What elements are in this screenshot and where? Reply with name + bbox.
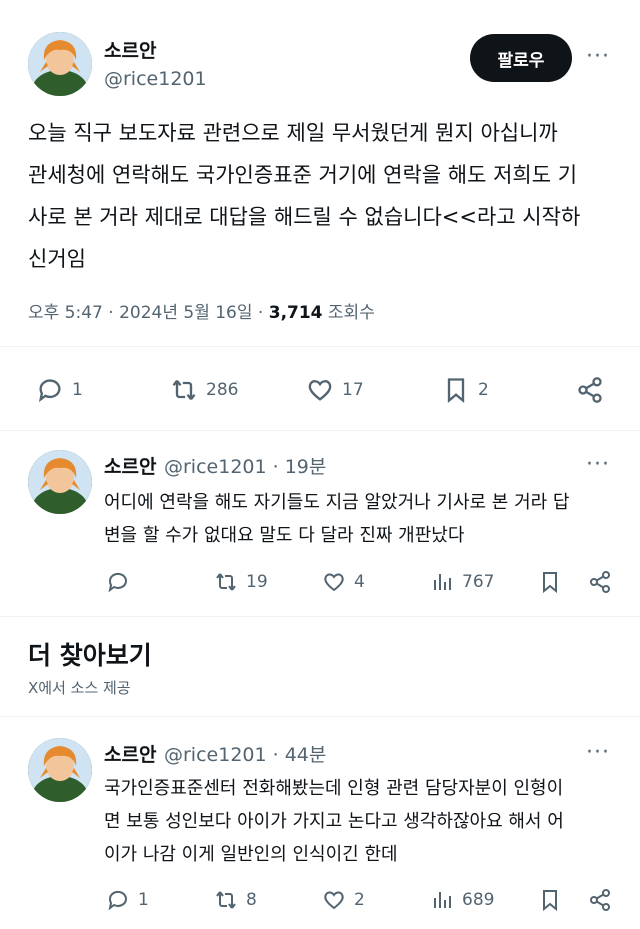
views-icon (434, 892, 451, 908)
author-name[interactable]: 소르안 (104, 36, 156, 63)
like-icon (324, 891, 344, 910)
repost-count: 286 (206, 380, 239, 400)
post-text-line: 오늘 직구 보도자료 관련으로 제일 무서웠던게 뭔지 아십니까 (28, 121, 558, 145)
follow-button[interactable]: 팔로우 (470, 34, 572, 82)
bookmark-button[interactable] (538, 570, 562, 594)
post-text-line: 사로 본 거라 제대로 대답을 해드릴 수 없습니다<<라고 시작하 (28, 205, 581, 229)
repost-count: 19 (246, 572, 268, 592)
repost-count: 8 (246, 890, 257, 910)
avatar[interactable] (28, 738, 92, 802)
post-text-line: 관세청에 연락해도 국가인증표준 거기에 연락을 해도 저희도 기 (28, 163, 578, 187)
like-icon (308, 380, 332, 401)
reply-text-line: 어디에 연락을 해도 자기들도 지금 알았거나 기사로 본 거라 답 (104, 492, 570, 513)
reply-text-line: 국가인증표준센터 전화해봤는데 인형 관련 담당자분이 인형이 (104, 778, 564, 799)
views-button[interactable]: 767 (430, 570, 494, 594)
repost-icon (172, 379, 196, 401)
post-meta: 오후 5:47 · 2024년 5월 16일 · 3,714 조회수 (28, 298, 375, 323)
avatar[interactable] (28, 450, 92, 514)
divider (0, 346, 640, 347)
share-icon (578, 377, 602, 403)
reply-icon (108, 572, 127, 593)
bookmark-icon (543, 572, 557, 594)
like-count: 4 (354, 572, 365, 592)
views-button[interactable]: 689 (430, 888, 494, 912)
avatar-image (28, 32, 92, 96)
author-handle-time[interactable]: @rice1201 · 44분 (164, 740, 326, 767)
avatar-image (28, 450, 92, 514)
views-count: 689 (462, 890, 495, 910)
author-name[interactable]: 소르안 (104, 452, 156, 479)
share-icon (590, 889, 610, 911)
views-icon (434, 574, 451, 590)
avatar[interactable] (28, 32, 92, 96)
bookmark-icon (543, 890, 557, 912)
like-count: 2 (354, 890, 365, 910)
post-text: 오늘 직구 보도자료 관련으로 제일 무서웠던게 뭔지 아십니까 관세청에 연락… (28, 112, 618, 280)
reply-button[interactable]: 1 (106, 888, 149, 912)
views-count: 767 (462, 572, 495, 592)
bookmark-button[interactable] (538, 888, 562, 912)
reply-text-line: 변을 할 수가 없대요 말도 다 달라 진짜 개판났다 (104, 525, 465, 546)
bookmark-button[interactable]: 2 (442, 376, 489, 404)
author-handle[interactable]: @rice1201 (104, 68, 207, 90)
more-icon[interactable]: ··· (586, 44, 610, 69)
repost-icon (216, 891, 236, 909)
repost-button[interactable]: 8 (214, 888, 257, 912)
repost-icon (216, 573, 236, 591)
bookmark-icon (447, 378, 465, 403)
reply-icon (38, 379, 61, 403)
post-text-line: 신거임 (28, 247, 86, 271)
reply-button[interactable] (106, 570, 130, 594)
divider (0, 716, 640, 717)
share-button[interactable] (576, 376, 604, 404)
share-button[interactable] (588, 888, 612, 912)
more-icon[interactable]: ··· (586, 452, 610, 477)
like-button[interactable]: 4 (322, 570, 365, 594)
reply-count: 1 (138, 890, 149, 910)
reply-text: 국가인증표준센터 전화해봤는데 인형 관련 담당자분이 인형이 면 보통 성인보… (104, 772, 620, 871)
reply-count: 1 (72, 380, 83, 400)
post-timestamp[interactable]: 오후 5:47 · 2024년 5월 16일 · (28, 303, 269, 323)
like-button[interactable]: 2 (322, 888, 365, 912)
avatar-image (28, 738, 92, 802)
divider (0, 616, 640, 617)
share-icon (590, 571, 610, 593)
share-button[interactable] (588, 570, 612, 594)
like-count: 17 (342, 380, 364, 400)
reply-text: 어디에 연락을 해도 자기들도 지금 알았거나 기사로 본 거라 답 변을 할 … (104, 486, 620, 552)
reply-button[interactable]: 1 (36, 376, 83, 404)
more-icon[interactable]: ··· (586, 740, 610, 765)
reply-text-line: 면 보통 성인보다 아이가 가지고 논다고 생각하잖아요 해서 어 (104, 811, 564, 832)
like-icon (324, 573, 344, 592)
repost-button[interactable]: 286 (170, 376, 238, 404)
views-count: 3,714 (268, 303, 323, 323)
author-handle-time[interactable]: @rice1201 · 19분 (164, 452, 326, 479)
reply-icon (108, 890, 127, 911)
author-name[interactable]: 소르안 (104, 740, 156, 767)
section-title: 더 찾아보기 (28, 641, 152, 670)
reply-text-line: 이가 나감 이게 일반인의 인식이긴 한데 (104, 844, 398, 865)
views-label: 조회수 (322, 303, 375, 323)
section-subtitle: X에서 소스 제공 (28, 679, 131, 697)
repost-button[interactable]: 19 (214, 570, 268, 594)
divider (0, 430, 640, 431)
bookmark-count: 2 (478, 380, 489, 400)
like-button[interactable]: 17 (306, 376, 364, 404)
